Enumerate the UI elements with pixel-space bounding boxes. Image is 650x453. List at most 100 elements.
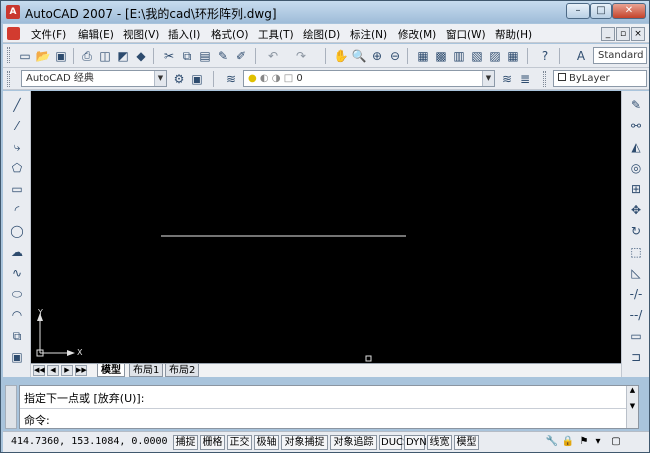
- revision-cloud-icon[interactable]: ☁: [9, 244, 25, 260]
- chevron-down-icon[interactable]: ▼: [154, 71, 166, 86]
- zoom-window-icon[interactable]: ⊕: [369, 48, 385, 64]
- layer-previous-icon[interactable]: ≣: [517, 71, 533, 87]
- dyn-toggle[interactable]: DYN: [404, 435, 427, 450]
- command-scrollbar[interactable]: ▲ ▼: [626, 386, 638, 428]
- menu-file[interactable]: 文件(F): [31, 27, 66, 42]
- communication-center-icon[interactable]: 🔧: [545, 435, 559, 449]
- stretch-icon[interactable]: ◺: [628, 265, 644, 281]
- sheet-set-icon[interactable]: ▧: [469, 48, 485, 64]
- osnap-toggle[interactable]: 对象捕捉: [281, 435, 328, 450]
- open-file-icon[interactable]: 📂: [35, 48, 51, 64]
- copy-icon[interactable]: ⧉: [179, 48, 195, 64]
- properties-icon[interactable]: ▦: [415, 48, 431, 64]
- spline-icon[interactable]: ∿: [9, 265, 25, 281]
- title-bar[interactable]: A AutoCAD 2007 - [E:\我的cad\环形阵列.dwg] – □…: [1, 1, 649, 23]
- command-window-grip[interactable]: [5, 385, 17, 429]
- pan-icon[interactable]: ✋: [333, 48, 349, 64]
- scale-icon[interactable]: ⬚: [628, 244, 644, 260]
- toolbar-grip[interactable]: [7, 47, 10, 63]
- match-properties-icon[interactable]: ✎: [215, 48, 231, 64]
- rotate-icon[interactable]: ↻: [628, 223, 644, 239]
- tab-layout2[interactable]: 布局2: [165, 364, 200, 377]
- grid-toggle[interactable]: 栅格: [200, 435, 225, 450]
- last-tab-icon[interactable]: ▶▶: [75, 365, 87, 376]
- ducs-toggle[interactable]: DUCS: [379, 435, 409, 450]
- toolbar-lock-icon[interactable]: ⚑: [577, 435, 591, 449]
- redo-icon[interactable]: ↷: [293, 48, 309, 64]
- trim-icon[interactable]: -/-: [628, 286, 644, 302]
- construction-line-icon[interactable]: ⁄: [9, 118, 25, 134]
- doc-minimize-button[interactable]: _: [601, 27, 615, 41]
- offset-icon[interactable]: ◎: [628, 160, 644, 176]
- 3d-dwf-icon[interactable]: ◆: [133, 48, 149, 64]
- ellipse-icon[interactable]: ⬭: [9, 286, 25, 302]
- menu-dimension[interactable]: 标注(N): [350, 27, 387, 42]
- menu-modify[interactable]: 修改(M): [398, 27, 436, 42]
- prev-tab-icon[interactable]: ◀: [47, 365, 59, 376]
- command-prompt[interactable]: 命令:: [24, 412, 50, 428]
- array-icon[interactable]: ⊞: [628, 181, 644, 197]
- extend-icon[interactable]: --/: [628, 307, 644, 323]
- text-style-icon[interactable]: A: [573, 48, 589, 64]
- document-icon[interactable]: [7, 27, 20, 40]
- move-icon[interactable]: ✥: [628, 202, 644, 218]
- workspace-settings-icon[interactable]: ⚙: [171, 71, 187, 87]
- block-editor-icon[interactable]: ✐: [233, 48, 249, 64]
- new-file-icon[interactable]: ▭: [17, 48, 33, 64]
- maximize-button[interactable]: □: [590, 3, 612, 19]
- lineweight-toggle[interactable]: 线宽: [427, 435, 452, 450]
- command-window[interactable]: 指定下一点或 [放弃(U)]: 命令: ▲ ▼: [19, 385, 639, 429]
- menu-view[interactable]: 视图(V): [123, 27, 159, 42]
- plot-preview-icon[interactable]: ◫: [97, 48, 113, 64]
- arc-icon[interactable]: ◜: [9, 202, 25, 218]
- autocad-app-icon[interactable]: A: [6, 5, 20, 19]
- polygon-icon[interactable]: ⬠: [9, 160, 25, 176]
- make-block-icon[interactable]: ▣: [9, 349, 25, 365]
- minimize-button[interactable]: –: [566, 3, 590, 19]
- doc-close-button[interactable]: ×: [631, 27, 645, 41]
- menu-insert[interactable]: 插入(I): [168, 27, 200, 42]
- menu-tools[interactable]: 工具(T): [258, 27, 294, 42]
- chevron-down-icon[interactable]: ▼: [482, 71, 494, 86]
- doc-restore-button[interactable]: ▫: [616, 27, 630, 41]
- toolbar-grip[interactable]: [543, 71, 546, 87]
- polar-toggle[interactable]: 极轴: [254, 435, 279, 450]
- markup-icon[interactable]: ▨: [487, 48, 503, 64]
- tab-layout1[interactable]: 布局1: [129, 364, 164, 377]
- break-icon[interactable]: ▭: [628, 328, 644, 344]
- menu-window[interactable]: 窗口(W): [446, 27, 486, 42]
- erase-icon[interactable]: ✎: [628, 97, 644, 113]
- otrack-toggle[interactable]: 对象追踪: [330, 435, 377, 450]
- calculator-icon[interactable]: ▦: [505, 48, 521, 64]
- layer-manager-icon[interactable]: ≋: [223, 71, 239, 87]
- line-icon[interactable]: ╱: [9, 97, 25, 113]
- lock-icon[interactable]: 🔒: [561, 435, 575, 449]
- workspace-save-icon[interactable]: ▣: [189, 71, 205, 87]
- circle-icon[interactable]: ◯: [9, 223, 25, 239]
- rectangle-icon[interactable]: ▭: [9, 181, 25, 197]
- workspace-combo[interactable]: AutoCAD 经典 ▼: [21, 70, 167, 87]
- insert-block-icon[interactable]: ⧉: [9, 328, 25, 344]
- snap-toggle[interactable]: 捕捉: [173, 435, 198, 450]
- design-center-icon[interactable]: ▩: [433, 48, 449, 64]
- tab-model[interactable]: 模型: [97, 364, 125, 377]
- ellipse-arc-icon[interactable]: ◠: [9, 307, 25, 323]
- model-toggle[interactable]: 模型: [454, 435, 479, 450]
- menu-help[interactable]: 帮助(H): [495, 27, 532, 42]
- tool-palettes-icon[interactable]: ▥: [451, 48, 467, 64]
- polyline-icon[interactable]: ⤷: [9, 139, 25, 155]
- publish-icon[interactable]: ◩: [115, 48, 131, 64]
- layer-combo[interactable]: ● ◐ ◑ □ 0 ▼: [243, 70, 495, 87]
- drawing-canvas[interactable]: Y X: [31, 91, 621, 363]
- help-icon[interactable]: ?: [537, 48, 553, 64]
- zoom-previous-icon[interactable]: ⊖: [387, 48, 403, 64]
- menu-draw[interactable]: 绘图(D): [303, 27, 340, 42]
- chevron-down-icon[interactable]: ▾: [591, 435, 605, 449]
- cut-icon[interactable]: ✂: [161, 48, 177, 64]
- toolbar-grip[interactable]: [7, 71, 10, 87]
- paste-icon[interactable]: ▤: [197, 48, 213, 64]
- linetype-combo[interactable]: ByLayer: [553, 70, 647, 87]
- undo-icon[interactable]: ↶: [265, 48, 281, 64]
- menu-format[interactable]: 格式(O): [211, 27, 248, 42]
- save-icon[interactable]: ▣: [53, 48, 69, 64]
